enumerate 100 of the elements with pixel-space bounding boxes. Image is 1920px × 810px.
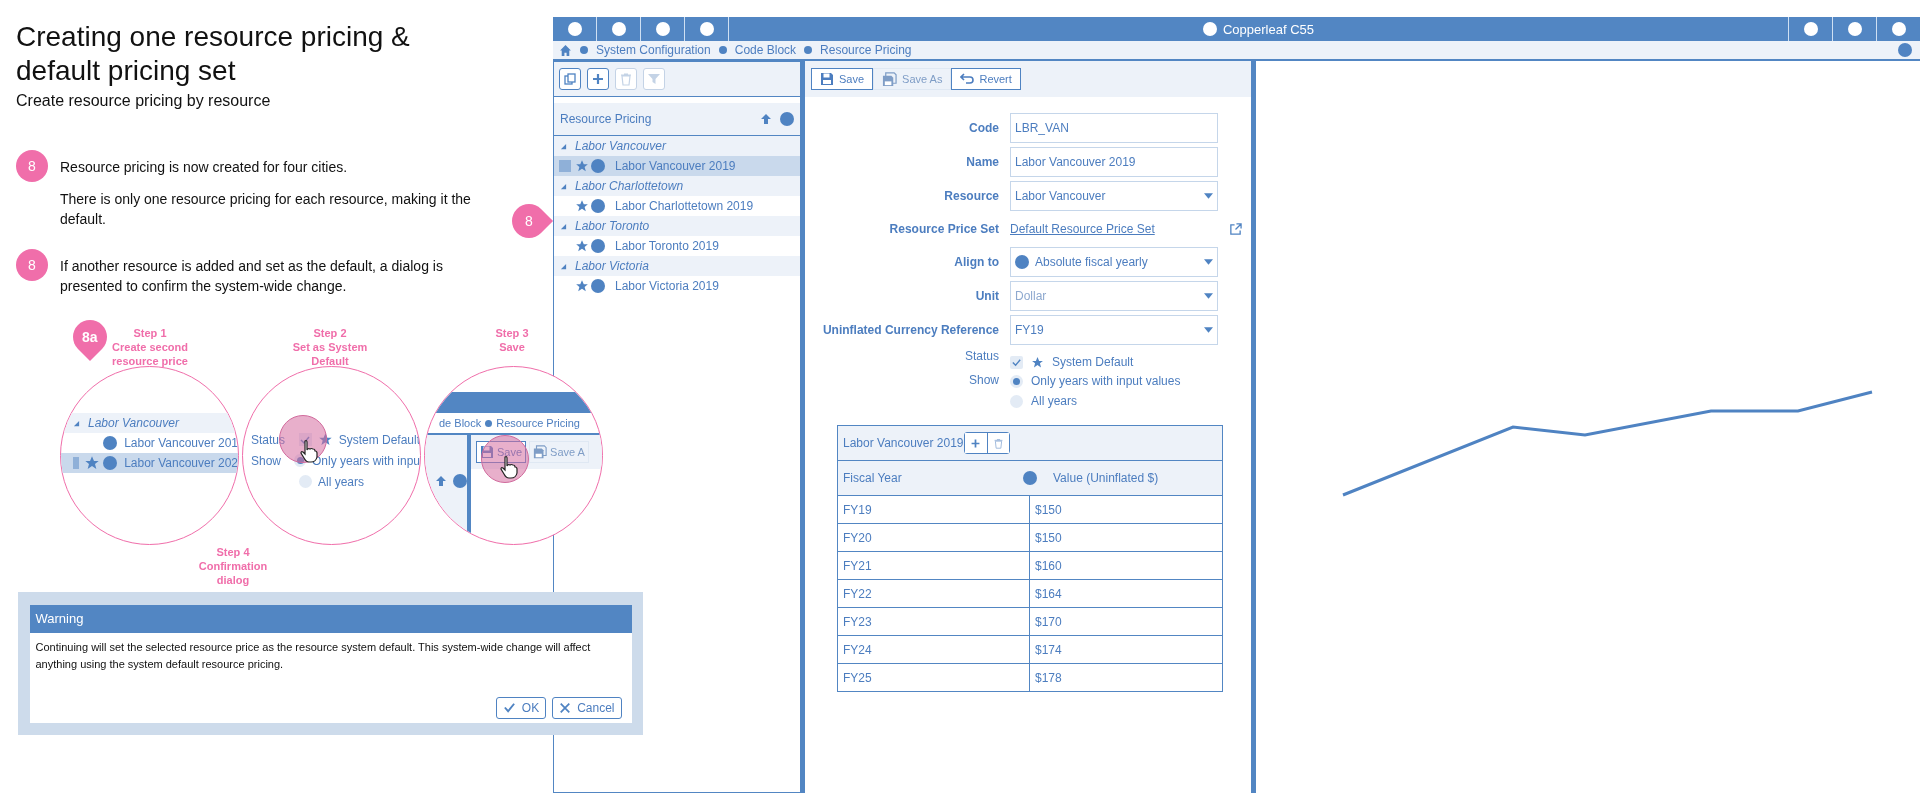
window-title: Copperleaf C55 — [1222, 21, 1315, 37]
checkbox-label: System Default — [338, 432, 420, 447]
breadcrumb-link[interactable]: Code Block — [734, 43, 797, 58]
step-caption: Step 1 Create second resource price — [111, 326, 189, 368]
step-caption: Step 2 Set as System Default — [291, 326, 369, 368]
checkbox[interactable] — [1010, 355, 1023, 369]
circle-icon[interactable] — [611, 22, 626, 37]
caret-icon — [1204, 193, 1213, 199]
triangle-icon[interactable] — [560, 182, 567, 190]
radio-option[interactable]: Only years with input values — [1010, 373, 1218, 389]
circle-icon[interactable] — [1891, 22, 1906, 37]
step-badge: 8 — [16, 150, 48, 182]
field-label: Show — [967, 373, 999, 387]
field-label: Resource Price Set — [888, 222, 999, 236]
circle-icon[interactable] — [1803, 22, 1818, 37]
field-label: Show — [251, 453, 283, 468]
column-header: Fiscal Year — [842, 471, 903, 485]
arrow-up-icon — [435, 475, 447, 487]
circle-icon — [103, 436, 118, 450]
radio-label: All years — [318, 474, 364, 489]
check-icon — [502, 701, 516, 714]
table-cell: FY22 — [838, 580, 1030, 607]
circle-icon[interactable] — [655, 22, 670, 37]
revert-button[interactable]: Revert — [951, 68, 1021, 90]
breadcrumb-link[interactable]: System Configuration — [596, 43, 711, 58]
floppy-disks-icon — [882, 71, 898, 87]
breadcrumb-link[interactable]: Resource Pricing — [820, 43, 912, 58]
table-cell-text: $150 — [1034, 529, 1062, 547]
field-label: Code — [968, 121, 999, 135]
tree-item[interactable]: Labor Charlottetown 2019 — [554, 196, 800, 216]
home-icon[interactable] — [559, 43, 572, 57]
separator-dot — [718, 46, 727, 55]
circle-icon — [591, 279, 605, 293]
tree-item: Labor Vancouver 201 — [61, 433, 238, 453]
text-field[interactable]: LBR_VAN — [1010, 113, 1218, 143]
copy-button[interactable] — [559, 68, 581, 90]
plus-icon — [970, 437, 982, 449]
add-button[interactable] — [587, 68, 609, 90]
field-label: Resource — [943, 189, 999, 203]
note-paragraph: There is only one resource pricing for each resource, making it the default. — [60, 190, 472, 229]
arrow-up-icon[interactable] — [760, 113, 772, 125]
step-caption: Step 3 Save — [494, 326, 530, 354]
tree-item[interactable]: Labor Toronto 2019 — [554, 236, 800, 256]
table-cell: FY24 — [838, 636, 1030, 663]
filter-icon — [647, 72, 661, 86]
dialog-message: Continuing will set the selected resource price as the resource system default. This system-wide change will affect anything using the system default resource pricing. — [34, 639, 592, 672]
checkbox-label: System Default — [1052, 355, 1134, 369]
circle-icon[interactable] — [699, 22, 714, 37]
text-field[interactable]: Labor Vancouver 2019 — [1010, 147, 1218, 177]
tree-item[interactable]: Labor Victoria 2019 — [554, 276, 800, 296]
tree-group[interactable]: Labor Charlottetown — [554, 176, 800, 196]
circle-icon[interactable] — [1847, 22, 1862, 37]
note-paragraph: If another resource is added and set as the default, a dialog is presented to confirm the system-wide change. — [60, 257, 444, 296]
star-icon — [317, 432, 333, 447]
field-label: Unit — [974, 289, 999, 303]
tree-group[interactable]: Labor Vancouver — [554, 136, 800, 156]
delete-button[interactable] — [986, 433, 1009, 453]
tree-item: Labor Vancouver 202 — [61, 453, 238, 473]
table-cell-text: $150 — [1034, 501, 1062, 519]
separator-dot — [485, 419, 493, 427]
circle-icon — [453, 474, 467, 488]
square-icon — [73, 457, 80, 469]
floppy-disks-icon — [533, 445, 548, 459]
dropdown-field[interactable]: Labor Vancouver — [1010, 181, 1218, 211]
circle-icon — [591, 199, 605, 213]
panel-title: Resource Pricing — [560, 112, 652, 126]
page-subtitle: Create resource pricing by resource — [16, 92, 272, 110]
column-header: Value (Uninflated $) — [1052, 471, 1159, 485]
save-button[interactable]: Save — [811, 68, 874, 90]
table-cell-text: $174 — [1034, 641, 1062, 659]
cancel-button[interactable]: Cancel — [552, 696, 622, 719]
caret-icon — [1204, 293, 1213, 299]
triangle-icon[interactable] — [560, 142, 567, 150]
copy-icon — [563, 72, 577, 86]
dropdown-field[interactable]: Absolute fiscal yearly — [1010, 247, 1218, 277]
page-title: Creating one resource pricing & default pricing set — [16, 20, 411, 88]
price-set-link[interactable]: Default Resource Price Set — [1010, 222, 1229, 236]
circle-icon[interactable] — [567, 22, 582, 37]
table-cell: FY23 — [838, 608, 1030, 635]
table-title: Labor Vancouver 2019 — [843, 436, 964, 450]
circle-icon[interactable] — [780, 112, 794, 126]
table-cell-text: $178 — [1034, 669, 1062, 687]
tree-item[interactable]: Labor Vancouver 2019 — [554, 156, 800, 176]
plus-icon — [591, 72, 605, 86]
field-label: Status — [963, 349, 999, 363]
tree-group[interactable]: Labor Toronto — [554, 216, 800, 236]
circle-icon[interactable] — [1023, 471, 1037, 485]
external-link-icon[interactable] — [1229, 222, 1242, 236]
triangle-icon[interactable] — [560, 222, 567, 230]
save-as-button: Save A — [529, 441, 589, 463]
triangle-icon[interactable] — [560, 262, 567, 270]
radio-option[interactable]: All years — [1010, 393, 1218, 409]
table-cell-text: $170 — [1034, 613, 1062, 631]
tree-group[interactable]: Labor Victoria — [554, 256, 800, 276]
close-icon — [559, 701, 572, 714]
star-icon — [1031, 355, 1044, 369]
hand-cursor-icon — [499, 455, 519, 479]
table-cell: FY21 — [838, 552, 1030, 579]
circle-icon[interactable] — [1898, 43, 1912, 58]
dropdown-field[interactable]: FY19 — [1010, 315, 1218, 345]
